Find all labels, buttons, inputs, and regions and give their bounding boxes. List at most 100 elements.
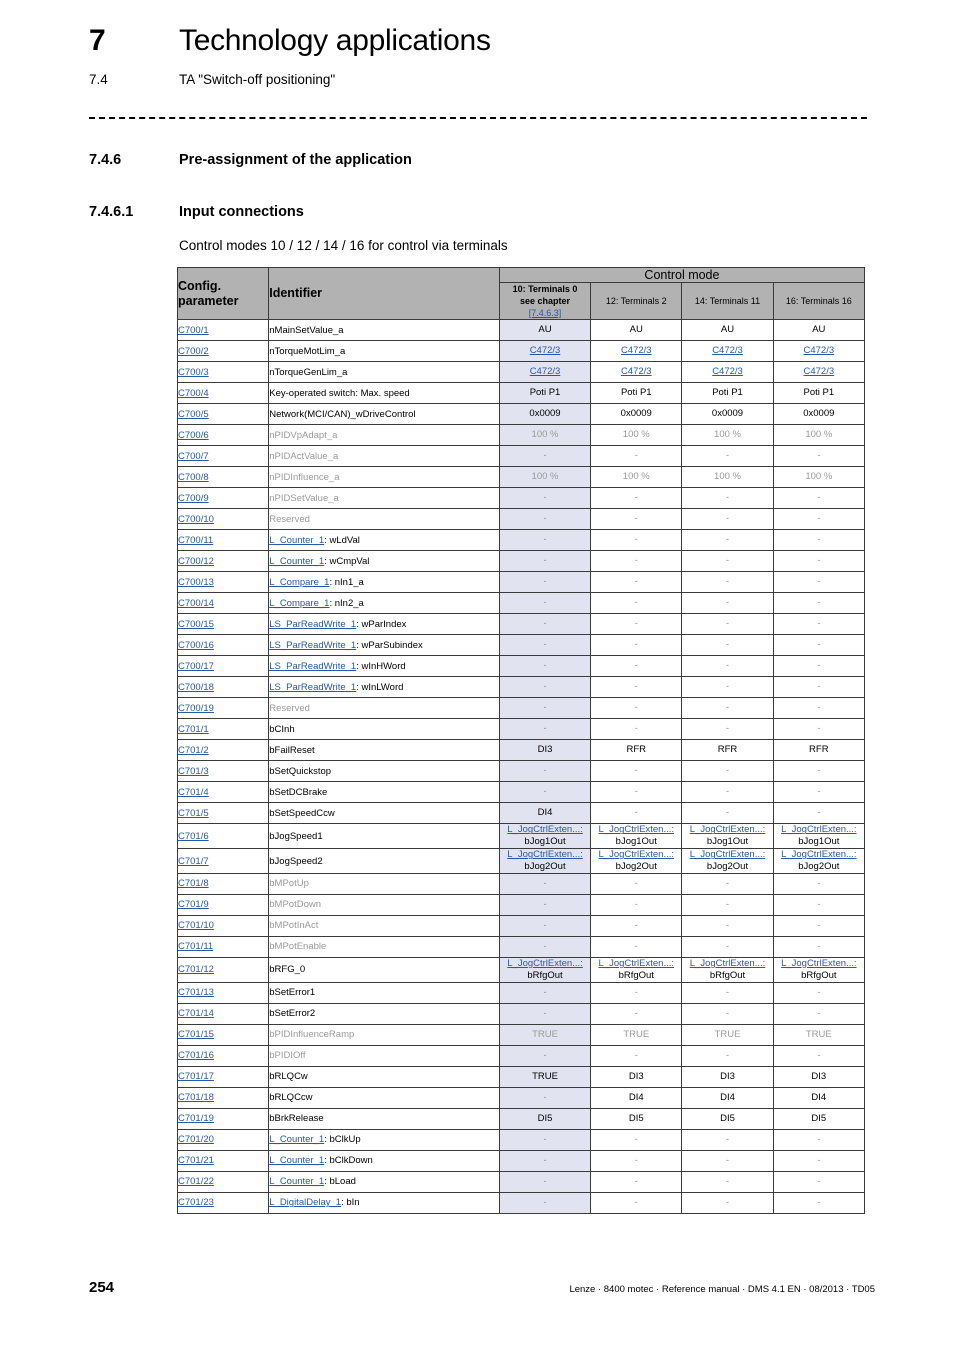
identifier-suffix: : nIn1_a <box>329 576 364 588</box>
config-parameter-link[interactable]: C701/19 <box>178 1113 214 1124</box>
config-parameter-link[interactable]: C700/19 <box>178 703 214 714</box>
value-cell-mode-1: - <box>498 872 592 895</box>
config-parameter-link[interactable]: C701/14 <box>178 1008 214 1019</box>
value-cell-mode-2: - <box>590 592 683 615</box>
config-parameter-link[interactable]: C701/13 <box>178 987 214 998</box>
identifier-cell: LS_ParReadWrite_1: wInHWord <box>268 655 500 678</box>
identifier-block-link[interactable]: L_Counter_1 <box>269 1176 324 1187</box>
value-block-link[interactable]: L_JogCtrlExten...: <box>690 824 766 835</box>
identifier-block-link[interactable]: L_DigitalDelay_1 <box>269 1197 341 1208</box>
value-block-link[interactable]: L_JogCtrlExten...: <box>781 849 857 860</box>
value-cell-mode-4: 100 % <box>772 466 866 489</box>
config-parameter-link[interactable]: C701/15 <box>178 1029 214 1040</box>
config-parameter-link[interactable]: C700/12 <box>178 556 214 567</box>
config-parameter-link[interactable]: C700/6 <box>178 430 209 441</box>
config-parameter-link[interactable]: C701/11 <box>178 941 213 952</box>
config-parameter-cell: C700/10 <box>176 508 270 531</box>
identifier-label: bSetError1 <box>269 987 316 999</box>
config-parameter-link[interactable]: C701/7 <box>178 856 209 867</box>
identifier-block-link[interactable]: LS_ParReadWrite_1 <box>269 640 356 651</box>
value-cell-mode-4: - <box>772 1128 866 1151</box>
value-cell-mode-2: AU <box>590 319 683 342</box>
identifier-block-link[interactable]: LS_ParReadWrite_1 <box>269 661 356 672</box>
identifier-block-link[interactable]: LS_ParReadWrite_1 <box>269 682 356 693</box>
value-block-link[interactable]: L_JogCtrlExten...: <box>507 849 583 860</box>
identifier-cell: bSetQuickstop <box>268 760 500 783</box>
value-block-link[interactable]: L_JogCtrlExten...: <box>690 958 766 969</box>
config-parameter-link[interactable]: C700/9 <box>178 493 209 504</box>
value-port-label: bRfgOut <box>527 969 563 981</box>
config-parameter-link[interactable]: C701/18 <box>178 1092 214 1103</box>
config-parameter-link[interactable]: C701/16 <box>178 1050 214 1061</box>
config-parameter-link[interactable]: C700/1 <box>178 325 209 336</box>
identifier-cell: bMPotInAct <box>268 914 500 937</box>
config-parameter-link[interactable]: C700/11 <box>178 535 213 546</box>
config-parameter-link[interactable]: C701/23 <box>178 1197 214 1208</box>
config-parameter-link[interactable]: C701/5 <box>178 808 209 819</box>
config-parameter-link[interactable]: C701/10 <box>178 920 214 931</box>
identifier-block-link[interactable]: L_Counter_1 <box>269 1155 324 1166</box>
identifier-block-link[interactable]: L_Counter_1 <box>269 556 324 567</box>
config-parameter-link[interactable]: C701/3 <box>178 766 209 777</box>
config-parameter-link[interactable]: C701/6 <box>178 831 209 842</box>
config-parameter-link[interactable]: C700/16 <box>178 640 214 651</box>
value-link[interactable]: C472/3 <box>621 345 652 356</box>
config-parameter-link[interactable]: C700/2 <box>178 346 209 357</box>
value-link[interactable]: C472/3 <box>804 345 835 356</box>
identifier-suffix: : wParIndex <box>356 618 407 630</box>
config-parameter-link[interactable]: C700/4 <box>178 388 209 399</box>
config-parameter-link[interactable]: C700/8 <box>178 472 209 483</box>
config-parameter-link[interactable]: C700/10 <box>178 514 214 525</box>
config-parameter-link[interactable]: C701/20 <box>178 1134 214 1145</box>
config-parameter-link[interactable]: C701/8 <box>178 878 209 889</box>
config-parameter-link[interactable]: C701/4 <box>178 787 209 798</box>
identifier-suffix: : wParSubindex <box>356 639 423 651</box>
identifier-block-link[interactable]: LS_ParReadWrite_1 <box>269 619 356 630</box>
config-parameter-link[interactable]: C701/12 <box>178 964 214 975</box>
config-parameter-link[interactable]: C700/7 <box>178 451 209 462</box>
value-link[interactable]: C472/3 <box>530 366 561 377</box>
value-block-link[interactable]: L_JogCtrlExten...: <box>507 824 583 835</box>
value-block-link[interactable]: L_JogCtrlExten...: <box>690 849 766 860</box>
value-link[interactable]: C472/3 <box>804 366 835 377</box>
config-parameter-link[interactable]: C700/15 <box>178 619 214 630</box>
value-block-link[interactable]: L_JogCtrlExten...: <box>781 824 857 835</box>
value-cell-mode-3: - <box>681 1002 774 1025</box>
identifier-block-link[interactable]: L_Counter_1 <box>269 1134 324 1145</box>
identifier-label: bPIDIOff <box>269 1050 306 1062</box>
value-link[interactable]: C472/3 <box>712 366 743 377</box>
value-link[interactable]: C472/3 <box>621 366 652 377</box>
value-empty-dash: - <box>543 1007 547 1018</box>
identifier-block-link[interactable]: L_Compare_1 <box>269 577 329 588</box>
config-parameter-link[interactable]: C700/3 <box>178 367 209 378</box>
value-block-link[interactable]: L_JogCtrlExten...: <box>781 958 857 969</box>
value-label: DI4 <box>720 1091 735 1103</box>
config-parameter-link[interactable]: C700/18 <box>178 682 214 693</box>
config-parameter-link[interactable]: C701/22 <box>178 1176 214 1187</box>
header-mode-chapter-link[interactable]: [7.4.6.3] <box>529 308 562 318</box>
value-link[interactable]: C472/3 <box>712 345 743 356</box>
config-parameter-link[interactable]: C700/5 <box>178 409 209 420</box>
value-cell-mode-2: - <box>590 781 683 804</box>
config-parameter-link[interactable]: C701/9 <box>178 899 209 910</box>
value-block-link[interactable]: L_JogCtrlExten...: <box>599 958 675 969</box>
header-chapter-line: 7 Technology applications <box>89 24 879 64</box>
value-cell-mode-2: - <box>590 676 683 699</box>
config-parameter-link[interactable]: C701/21 <box>178 1155 214 1166</box>
value-block-link[interactable]: L_JogCtrlExten...: <box>599 824 675 835</box>
config-parameter-link[interactable]: C700/17 <box>178 661 214 672</box>
value-block-link[interactable]: L_JogCtrlExten...: <box>599 849 675 860</box>
config-parameter-link[interactable]: C701/17 <box>178 1071 214 1082</box>
value-cell-mode-1: - <box>498 571 592 594</box>
header-mode-label: 14: Terminals 11 <box>694 296 761 307</box>
value-link[interactable]: C472/3 <box>530 345 561 356</box>
config-parameter-link[interactable]: C700/13 <box>178 577 214 588</box>
config-parameter-link[interactable]: C700/14 <box>178 598 214 609</box>
identifier-label: bSetDCBrake <box>269 786 328 798</box>
table-row: C701/11 bMPotEnable - - - - <box>176 935 866 958</box>
identifier-block-link[interactable]: L_Compare_1 <box>269 598 329 609</box>
value-block-link[interactable]: L_JogCtrlExten...: <box>507 958 583 969</box>
identifier-block-link[interactable]: L_Counter_1 <box>269 535 324 546</box>
config-parameter-link[interactable]: C701/1 <box>178 724 209 735</box>
config-parameter-link[interactable]: C701/2 <box>178 745 209 756</box>
